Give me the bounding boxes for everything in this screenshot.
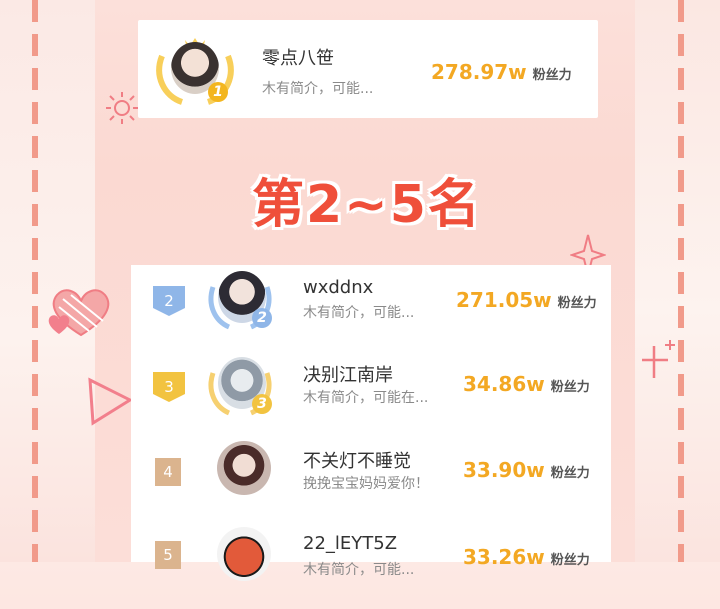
user-name[interactable]: wxddnx [303,277,373,298]
list-item[interactable]: 5 22_lEYT5Z 木有简介，可能... 33.26w 粉丝力 [131,523,611,609]
rank-badge: 1 [208,82,228,102]
user-description: 木有简介，可能在... [303,390,429,406]
rank-marker: 3 [153,372,185,402]
right-dashed-border [678,0,684,562]
list-item[interactable]: 2 2 wxddnx 木有简介，可能... 271.05w 粉丝力 [131,265,611,351]
avatar[interactable] [217,527,271,581]
left-dashed-border [32,0,38,562]
fans-unit: 粉丝力 [532,68,572,83]
user-name[interactable]: 零点八笹 [262,44,334,70]
user-name[interactable]: 决别江南岸 [303,361,393,387]
rank-marker: 2 [153,286,185,316]
user-name[interactable]: 不关灯不睡觉 [303,447,411,473]
fans-value: 33.26w [463,545,545,569]
user-description: 木有简介，可能... [303,562,415,578]
user-description: 木有简介，可能... [262,81,374,97]
right-background [630,0,720,562]
small-heart-icon [48,315,70,334]
fans-power: 34.86w 粉丝力 [463,372,590,396]
list-item[interactable]: 3 3 决别江南岸 木有简介，可能在... 34.86w 粉丝力 [131,351,611,437]
fans-power: 33.90w 粉丝力 [463,458,590,482]
rank-badge: 2 [252,308,272,328]
fans-unit: 粉丝力 [550,553,590,568]
fans-power: 271.05w 粉丝力 [456,288,597,312]
fans-unit: 粉丝力 [550,466,590,481]
cross-sparkle-icon [642,340,675,378]
fans-value: 271.05w [456,288,552,312]
section-title: 第2~5名 [252,175,482,235]
avatar[interactable] [217,441,271,495]
fans-power: 278.97w 粉丝力 [431,60,572,84]
fans-value: 34.86w [463,372,545,396]
user-name[interactable]: 22_lEYT5Z [303,533,397,554]
left-background [0,0,95,562]
fans-power: 33.26w 粉丝力 [463,545,590,569]
user-description: 木有简介，可能... [303,305,415,321]
top-rank-card[interactable]: 1 零点八笹 木有简介，可能... 278.97w 粉丝力 [138,20,598,118]
ranking-list: 2 2 wxddnx 木有简介，可能... 271.05w 粉丝力 3 3 决别… [131,265,611,581]
triangle-decoration-icon [88,377,134,426]
fans-unit: 粉丝力 [550,380,590,395]
rank-badge: 3 [252,394,272,414]
list-item[interactable]: 4 不关灯不睡觉 挽挽宝宝妈妈爱你！ 33.90w 粉丝力 [131,437,611,523]
rank-marker: 5 [155,541,181,569]
user-description: 挽挽宝宝妈妈爱你！ [303,476,429,492]
rank-marker: 4 [155,458,181,486]
sun-decoration-icon [106,92,138,124]
fans-unit: 粉丝力 [557,296,597,311]
fans-value: 33.90w [463,458,545,482]
fans-value: 278.97w [431,60,527,84]
